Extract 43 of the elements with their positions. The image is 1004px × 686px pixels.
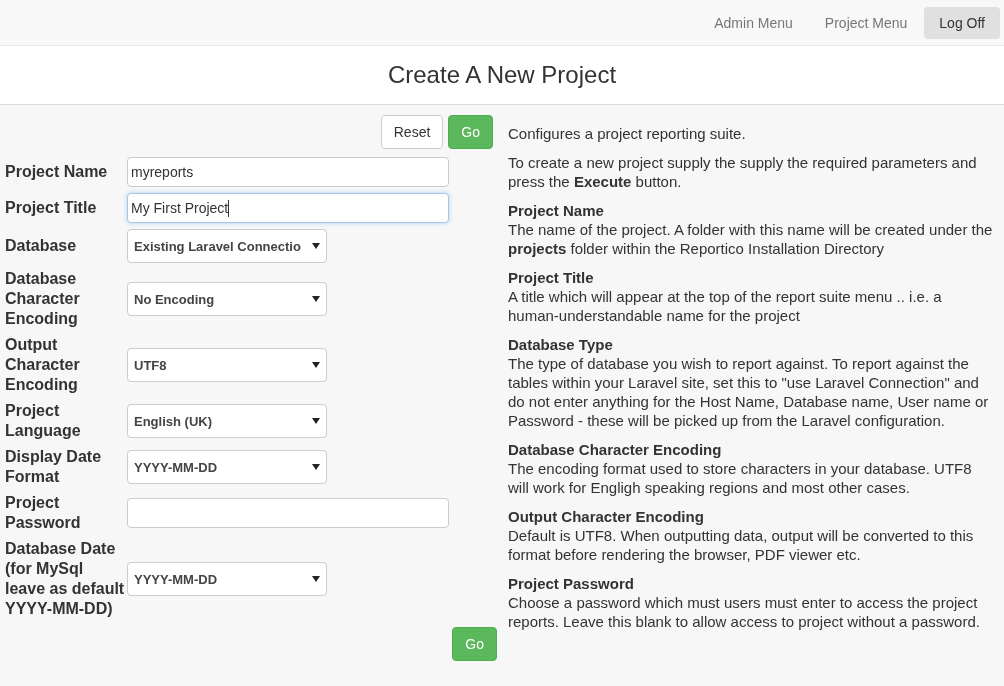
select-dropdown[interactable]: YYYY-MM-DD (127, 562, 327, 596)
text-field[interactable]: My First Project (127, 193, 449, 223)
select-dropdown[interactable]: YYYY-MM-DD (127, 450, 327, 484)
caret-icon (312, 575, 320, 583)
field-label: Project Password (5, 493, 82, 533)
select-dropdown[interactable]: Existing Laravel Connectio (127, 229, 327, 263)
help-heading: Database Character Encoding (508, 440, 723, 459)
caret-icon (312, 242, 320, 250)
help-heading: Project Name (508, 201, 605, 220)
caret-icon (312, 463, 320, 471)
help-heading: Database Type (508, 335, 614, 354)
caret-icon (312, 361, 320, 369)
help-paragraph: Configures a project reporting suite. (508, 124, 747, 143)
help-text: Choose a password which must users must enter to access the project reports. Leave this blank to allow access to project without a password. (508, 593, 981, 631)
field-label: Database Character Encoding (5, 269, 81, 329)
select-dropdown[interactable]: UTF8 (127, 348, 327, 382)
help-text: A title which will appear at the top of the report suite menu .. i.e. a human-understandable name for the project (508, 287, 943, 325)
field-label: Database (5, 236, 78, 256)
caret-icon (312, 295, 320, 303)
reset-button[interactable]: Reset (380, 115, 444, 149)
help-heading: Project Title (508, 268, 595, 287)
field-label: Project Language (5, 401, 82, 441)
field-label: Display Date Format (5, 447, 103, 487)
help-heading: Output Character Encoding (508, 507, 705, 526)
text-field[interactable]: myreports (127, 157, 449, 187)
help-text: The name of the project. A folder with this name will be created under the projects folder within the Reportico Installation Directory (508, 220, 994, 258)
text-field[interactable] (127, 498, 449, 528)
help-paragraph: To create a new project supply the supply the required parameters and press the Execute button. (508, 153, 978, 191)
select-dropdown[interactable]: No Encoding (127, 282, 327, 316)
help-text: The encoding format used to store characters in your database. UTF8 will work for Engligh speaking regions and most other cases. (508, 459, 973, 497)
help-text: Default is UTF8. When outputting data, output will be converted to this format before rendering the browser, PDF viewer etc. (508, 526, 975, 564)
select-dropdown[interactable]: English (UK) (127, 404, 327, 438)
nav-link[interactable]: Admin Menu (699, 6, 808, 39)
field-label: Database Date (for MySql leave as default YYYY-MM-DD) (5, 539, 126, 619)
field-label: Project Title (5, 198, 98, 218)
page-title: Create A New Project (387, 61, 617, 89)
help-text: The type of database you wish to report against. To report against the tables within your Laravel site, set this to "use Laravel Connection" and do not enter anything for the Host Name, Database name, User name or Password - these will be picked up from the Laravel configuration. (508, 354, 990, 430)
help-heading: Project Password (508, 574, 635, 593)
field-label: Output Character Encoding (5, 335, 81, 395)
caret-icon (312, 417, 320, 425)
field-label: Project Name (5, 162, 109, 182)
nav-link[interactable]: Project Menu (809, 6, 923, 39)
nav-link[interactable]: Log Off (924, 6, 1000, 39)
